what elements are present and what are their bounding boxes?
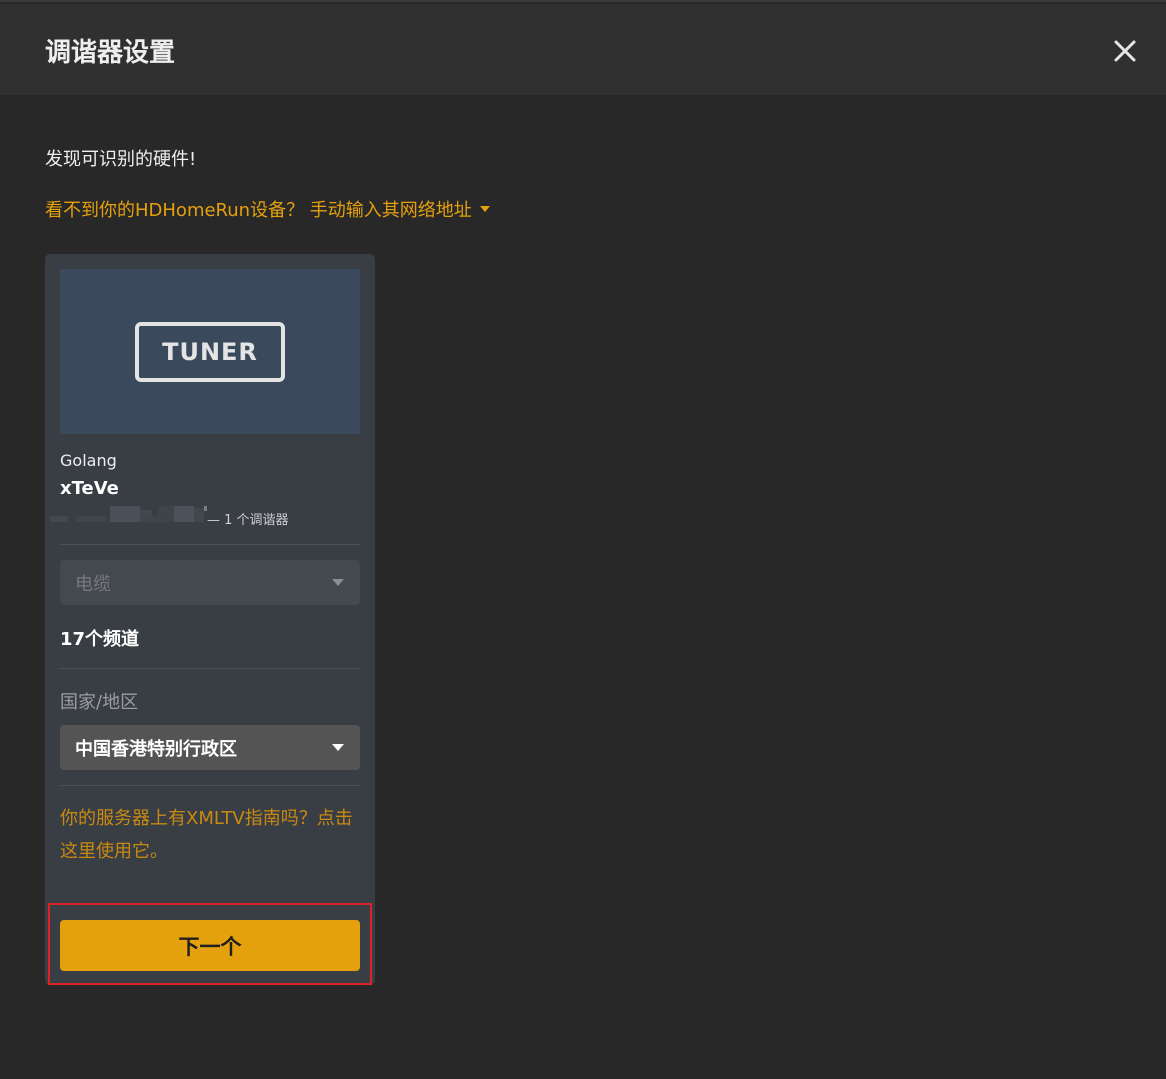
country-label: 国家/地区 bbox=[60, 692, 139, 713]
divider bbox=[60, 544, 360, 545]
caret-down-icon bbox=[479, 206, 490, 212]
tuner-setup-modal: 调谐器设置 发现可识别的硬件! 看不到你的HDHomeRun设备？ 手动输入其网… bbox=[0, 0, 1166, 1079]
tuner-logo: TUNER bbox=[135, 322, 285, 382]
manual-address-link[interactable]: 看不到你的HDHomeRun设备？ 手动输入其网络地址 bbox=[45, 196, 490, 222]
source-type-value: 电缆 bbox=[75, 573, 111, 595]
modal-header: 调谐器设置 bbox=[0, 4, 1166, 95]
country-value: 中国香港特别行政区 bbox=[75, 738, 237, 760]
manual-address-link-label: 看不到你的HDHomeRun设备？ 手动输入其网络地址 bbox=[45, 200, 472, 221]
tuner-logo-label: TUNER bbox=[162, 338, 258, 366]
divider bbox=[60, 668, 360, 669]
close-button[interactable] bbox=[1108, 34, 1142, 68]
device-image: TUNER bbox=[60, 269, 360, 434]
device-model: xTeVe bbox=[60, 478, 119, 499]
source-type-select[interactable]: 电缆 bbox=[60, 560, 360, 605]
modal-title: 调谐器设置 bbox=[45, 38, 176, 68]
next-button[interactable]: 下一个 bbox=[60, 920, 360, 971]
device-maker: Golang bbox=[60, 451, 117, 470]
channel-count: 17个频道 bbox=[60, 629, 140, 650]
country-select[interactable]: 中国香港特别行政区 bbox=[60, 725, 360, 770]
tuner-count: — 1 个调谐器 bbox=[207, 513, 289, 528]
device-card: TUNER Golang xTeVe — 1 个调谐器 电缆 17个频道 国家/… bbox=[45, 254, 375, 985]
chevron-down-icon bbox=[332, 579, 344, 586]
close-icon bbox=[1114, 40, 1136, 62]
hardware-found-text: 发现可识别的硬件! bbox=[45, 149, 197, 170]
chevron-down-icon bbox=[332, 744, 344, 751]
divider bbox=[60, 785, 360, 786]
xmltv-guide-link[interactable]: 你的服务器上有XMLTV指南吗？点击这里使用它。 bbox=[60, 802, 360, 868]
